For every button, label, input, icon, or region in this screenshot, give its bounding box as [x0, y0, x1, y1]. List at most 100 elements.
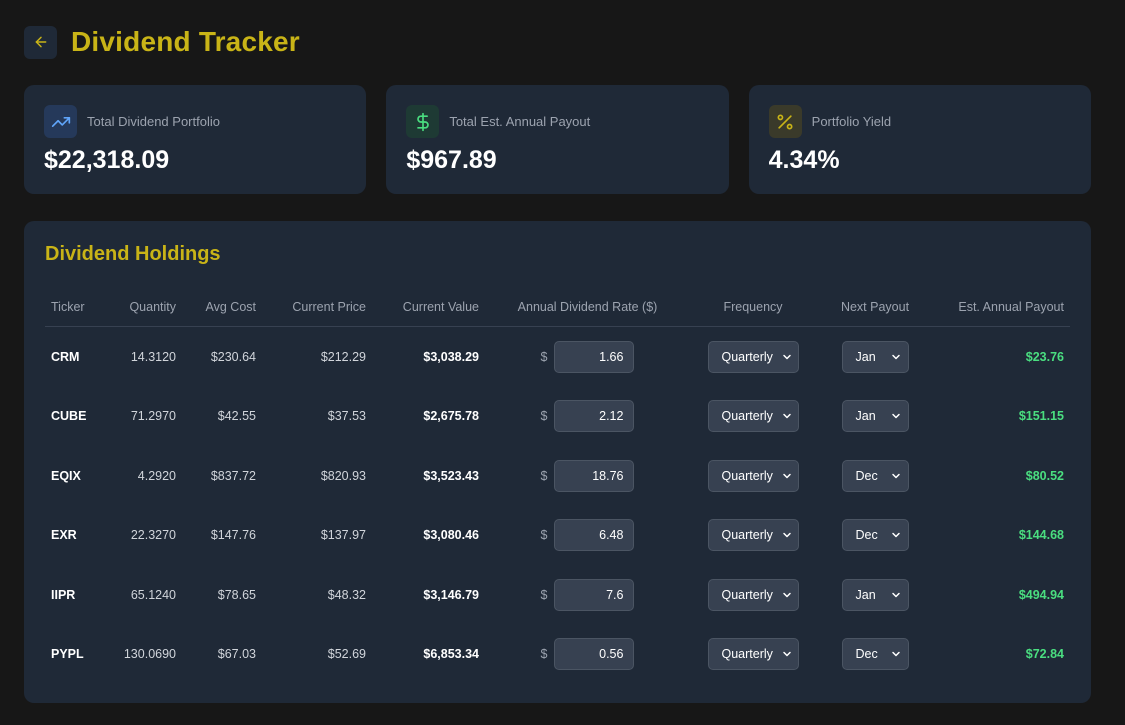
frequency-cell: Quarterly — [690, 625, 816, 685]
dividend-rate-input[interactable] — [554, 638, 635, 671]
holdings-panel: Dividend Holdings Ticker Quantity Avg Co… — [24, 221, 1091, 703]
dividend-rate-cell: $ — [485, 387, 690, 447]
quantity-cell: 65.1240 — [130, 587, 176, 602]
card-value: $967.89 — [406, 146, 497, 174]
dividend-rate-input[interactable] — [554, 400, 635, 433]
next-payout-select[interactable]: Dec — [841, 638, 909, 671]
next-payout-value: Jan — [855, 349, 876, 364]
trending-up-icon — [44, 105, 77, 138]
chevron-down-icon — [890, 648, 902, 660]
avg-cost-cell: $67.03 — [217, 647, 256, 662]
table-row: EQIX 4.2920 $837.72 $820.93 $3,523.43 $ … — [45, 446, 1070, 506]
next-payout-value: Dec — [855, 647, 878, 662]
frequency-select[interactable]: Quarterly — [707, 519, 799, 552]
table-header-row: Ticker Quantity Avg Cost Current Price C… — [45, 288, 1070, 327]
table-row: CRM 14.3120 $230.64 $212.29 $3,038.29 $ … — [45, 327, 1070, 387]
card-annual-payout: Total Est. Annual Payout $967.89 — [386, 85, 729, 194]
ticker-cell: IIPR — [51, 587, 76, 602]
card-value: $22,318.09 — [44, 146, 170, 174]
frequency-value: Quarterly — [721, 587, 773, 602]
frequency-select[interactable]: Quarterly — [707, 400, 799, 433]
current-value-cell: $3,080.46 — [423, 528, 479, 543]
avg-cost-cell: $42.55 — [217, 409, 256, 424]
chevron-down-icon — [781, 470, 793, 482]
current-value-cell: $3,146.79 — [423, 587, 479, 602]
frequency-select[interactable]: Quarterly — [707, 459, 799, 492]
dividend-rate-cell: $ — [485, 327, 690, 387]
chevron-down-icon — [890, 529, 902, 541]
back-button[interactable] — [24, 25, 57, 59]
frequency-value: Quarterly — [721, 647, 773, 662]
column-header-current-value: Current Value — [372, 288, 485, 327]
dividend-rate-cell: $ — [485, 565, 690, 625]
dividend-rate-cell: $ — [485, 506, 690, 566]
avg-cost-cell: $230.64 — [210, 349, 256, 364]
current-price-cell: $52.69 — [327, 647, 366, 662]
ticker-cell: PYPL — [51, 647, 84, 662]
page-title: Dividend Tracker — [71, 26, 300, 57]
holdings-table: Ticker Quantity Avg Cost Current Price C… — [45, 288, 1070, 684]
next-payout-value: Dec — [855, 468, 878, 483]
est-payout-cell: $72.84 — [1025, 647, 1064, 662]
est-payout-cell: $80.52 — [1025, 468, 1064, 483]
chevron-down-icon — [781, 351, 793, 363]
dividend-rate-input[interactable] — [554, 519, 635, 552]
chevron-down-icon — [781, 529, 793, 541]
currency-symbol: $ — [540, 528, 548, 543]
chevron-down-icon — [781, 648, 793, 660]
est-payout-cell: $144.68 — [1018, 528, 1064, 543]
table-row: EXR 22.3270 $147.76 $137.97 $3,080.46 $ … — [45, 506, 1070, 566]
next-payout-cell: Jan — [816, 327, 934, 387]
frequency-value: Quarterly — [721, 468, 773, 483]
currency-symbol: $ — [540, 468, 548, 483]
card-label: Portfolio Yield — [811, 114, 892, 129]
frequency-value: Quarterly — [721, 409, 773, 424]
dividend-rate-input[interactable] — [554, 459, 635, 492]
current-value-cell: $3,523.43 — [423, 468, 479, 483]
current-price-cell: $48.32 — [327, 587, 366, 602]
current-price-cell: $820.93 — [320, 468, 366, 483]
est-payout-cell: $151.15 — [1018, 409, 1064, 424]
table-row: IIPR 65.1240 $78.65 $48.32 $3,146.79 $ Q… — [45, 565, 1070, 625]
quantity-cell: 22.3270 — [130, 528, 176, 543]
ticker-cell: CRM — [51, 349, 80, 364]
table-row: CUBE 71.2970 $42.55 $37.53 $2,675.78 $ Q… — [45, 387, 1070, 447]
ticker-cell: EXR — [51, 528, 77, 543]
quantity-cell: 14.3120 — [130, 349, 176, 364]
next-payout-select[interactable]: Dec — [841, 519, 909, 552]
column-header-current-price: Current Price — [262, 288, 372, 327]
next-payout-cell: Dec — [816, 506, 934, 566]
frequency-select[interactable]: Quarterly — [707, 638, 799, 671]
currency-symbol: $ — [540, 587, 548, 602]
column-header-next-payout: Next Payout — [816, 288, 934, 327]
column-header-avg-cost: Avg Cost — [182, 288, 262, 327]
dividend-rate-cell: $ — [485, 446, 690, 506]
chevron-down-icon — [890, 470, 902, 482]
page-header: Dividend Tracker — [24, 24, 300, 60]
summary-cards: Total Dividend Portfolio $22,318.09 Tota… — [24, 85, 1091, 194]
column-header-est-payout: Est. Annual Payout — [934, 288, 1070, 327]
est-payout-cell: $494.94 — [1018, 587, 1064, 602]
frequency-select[interactable]: Quarterly — [707, 578, 799, 611]
card-value: 4.34% — [768, 146, 840, 174]
next-payout-select[interactable]: Dec — [841, 459, 909, 492]
next-payout-cell: Jan — [816, 387, 934, 447]
current-value-cell: $6,853.34 — [423, 647, 479, 662]
currency-symbol: $ — [540, 647, 548, 662]
chevron-down-icon — [890, 410, 902, 422]
chevron-down-icon — [781, 410, 793, 422]
chevron-down-icon — [890, 351, 902, 363]
next-payout-select[interactable]: Jan — [841, 400, 909, 433]
next-payout-value: Jan — [855, 587, 876, 602]
frequency-cell: Quarterly — [690, 387, 816, 447]
percent-icon — [768, 105, 802, 138]
next-payout-select[interactable]: Jan — [841, 340, 909, 373]
column-header-frequency: Frequency — [690, 288, 816, 327]
dividend-rate-input[interactable] — [554, 578, 635, 611]
frequency-cell: Quarterly — [690, 565, 816, 625]
next-payout-cell: Dec — [816, 625, 934, 685]
frequency-select[interactable]: Quarterly — [707, 340, 799, 373]
next-payout-select[interactable]: Jan — [841, 578, 909, 611]
current-price-cell: $212.29 — [320, 349, 366, 364]
dividend-rate-input[interactable] — [554, 340, 635, 373]
